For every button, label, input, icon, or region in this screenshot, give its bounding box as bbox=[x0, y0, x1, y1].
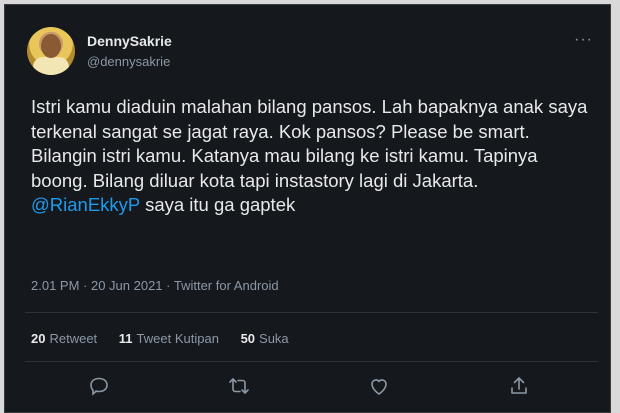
divider bbox=[25, 312, 598, 313]
tweet-meta[interactable]: 2.01 PM · 20 Jun 2021 · Twitter for Andr… bbox=[31, 278, 279, 293]
tweet-actions bbox=[5, 370, 612, 404]
retweet-count: 20 bbox=[31, 331, 46, 346]
author-handle[interactable]: @dennysakrie bbox=[87, 54, 170, 69]
retweet-stat[interactable]: 20 Retweet bbox=[31, 331, 97, 346]
tweet-text: Istri kamu diaduin malahan bilang pansos… bbox=[31, 95, 591, 218]
like-count: 50 bbox=[240, 331, 256, 346]
tweet-text-after: saya itu ga gaptek bbox=[139, 194, 296, 215]
author-name[interactable]: DennySakrie bbox=[87, 33, 172, 49]
retweet-label: Retweet bbox=[49, 331, 98, 346]
like-stat[interactable]: 50 Suka bbox=[241, 331, 289, 346]
like-label: Suka bbox=[259, 331, 289, 346]
divider bbox=[25, 361, 598, 362]
tweet-stats: 20 Retweet 11 Tweet Kutipan 50 Suka bbox=[31, 331, 307, 346]
mention-link[interactable]: @RianEkkyP bbox=[31, 194, 140, 215]
tweet-card: DennySakrie @dennysakrie ··· Istri kamu … bbox=[4, 4, 611, 413]
share-icon[interactable] bbox=[507, 374, 531, 398]
more-icon[interactable]: ··· bbox=[574, 31, 593, 49]
tweet-text-before: Istri kamu diaduin malahan bilang pansos… bbox=[31, 96, 588, 191]
quote-stat[interactable]: 11 Tweet Kutipan bbox=[119, 331, 219, 346]
avatar[interactable] bbox=[27, 27, 75, 75]
quote-count: 11 bbox=[118, 331, 133, 346]
reply-icon[interactable] bbox=[87, 374, 111, 398]
tweet-header: DennySakrie @dennysakrie ··· bbox=[27, 27, 597, 77]
quote-label: Tweet Kutipan bbox=[136, 331, 219, 346]
like-icon[interactable] bbox=[367, 374, 391, 398]
retweet-icon[interactable] bbox=[227, 374, 251, 398]
